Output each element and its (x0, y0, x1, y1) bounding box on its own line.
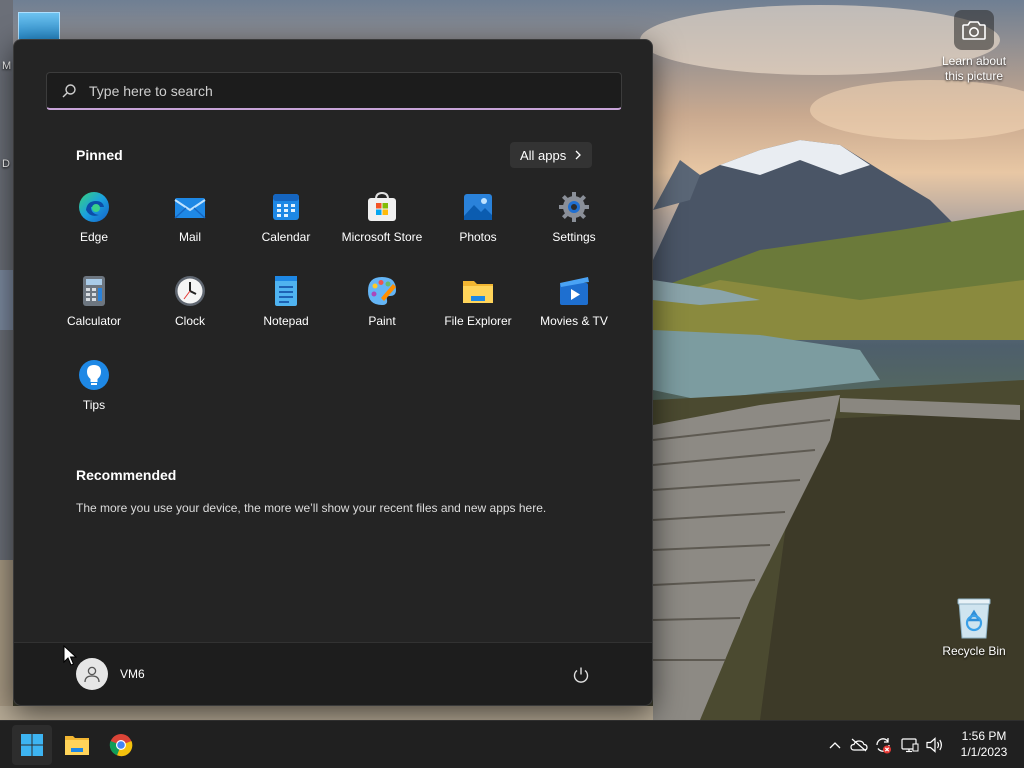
photos-icon (464, 194, 492, 220)
movies-icon (560, 277, 589, 305)
app-label-file-explorer: File Explorer (444, 314, 512, 328)
onedrive-tray-button[interactable] (849, 735, 869, 755)
pinned-app-calculator[interactable]: Calculator (46, 270, 142, 354)
pinned-app-clock[interactable]: Clock (142, 270, 238, 354)
power-icon (573, 667, 589, 683)
app-label-tips: Tips (82, 398, 106, 412)
recommended-empty-message: The more you use your device, the more w… (76, 501, 547, 515)
pinned-apps-grid: Edge Mail Calendar Microsoft Store Photo… (46, 186, 622, 438)
notepad-icon (275, 276, 297, 306)
app-label-photos: Photos (459, 230, 497, 244)
paint-icon (368, 277, 396, 305)
pinned-app-mail[interactable]: Mail (142, 186, 238, 270)
pinned-app-settings[interactable]: Settings (526, 186, 622, 270)
folder-icon (463, 281, 493, 303)
lightbulb-icon (79, 360, 109, 390)
avatar (76, 658, 108, 690)
pinned-app-microsoft-store[interactable]: Microsoft Store (334, 186, 430, 270)
start-menu: Pinned All apps Edge Mail (13, 39, 653, 706)
pinned-app-movies-tv[interactable]: Movies & TV (526, 270, 622, 354)
power-button[interactable] (567, 661, 595, 689)
recycle-bin-label: Recycle Bin (942, 644, 1006, 658)
chevron-up-icon (829, 742, 841, 749)
app-label-calendar: Calendar (261, 230, 311, 244)
app-label-clock: Clock (174, 314, 205, 328)
sync-error-icon (876, 738, 891, 754)
app-label-movies-tv: Movies & TV (540, 314, 608, 328)
pinned-app-paint[interactable]: Paint (334, 270, 430, 354)
taskbar-time: 1:56 PM (961, 729, 1007, 743)
desktop-icon-partial-label-2: D (2, 158, 10, 170)
app-label-notepad: Notepad (263, 314, 309, 328)
pinned-app-tips[interactable]: Tips (46, 354, 142, 438)
taskbar-clock[interactable]: 1:56 PM 1/1/2023 (952, 728, 1016, 760)
network-icon (901, 738, 919, 753)
windows-logo-icon (21, 734, 43, 756)
app-label-mail: Mail (178, 230, 201, 244)
user-icon (84, 666, 100, 683)
store-icon (368, 191, 396, 221)
start-button[interactable] (12, 725, 52, 765)
app-label-edge: Edge (79, 230, 109, 244)
recycle-bin-icon (954, 596, 994, 640)
sync-tray-button[interactable] (873, 735, 893, 755)
app-label-settings: Settings (552, 230, 596, 244)
desktop-icon-partial-label: M (2, 60, 12, 72)
folder-icon (65, 736, 89, 755)
search-box[interactable] (46, 72, 622, 110)
recommended-section-title: Recommended (76, 467, 177, 483)
calendar-icon (273, 194, 299, 220)
learn-about-picture-button[interactable]: Learn about this picture (934, 10, 1014, 84)
volume-tray-button[interactable] (925, 735, 945, 755)
app-label-calculator: Calculator (66, 314, 122, 328)
gear-icon (559, 192, 589, 222)
taskbar-file-explorer-button[interactable] (57, 725, 97, 765)
app-label-microsoft-store: Microsoft Store (341, 230, 423, 244)
taskbar-date: 1/1/2023 (960, 745, 1008, 759)
app-label-paint: Paint (368, 314, 396, 328)
edge-icon (79, 192, 109, 222)
mouse-cursor-icon (63, 645, 77, 666)
pinned-section-title: Pinned (76, 147, 123, 163)
pinned-app-file-explorer[interactable]: File Explorer (430, 270, 526, 354)
taskbar-chrome-button[interactable] (101, 725, 141, 765)
pinned-app-edge[interactable]: Edge (46, 186, 142, 270)
calculator-icon (83, 276, 105, 306)
user-account-button[interactable]: VM6 (76, 658, 145, 690)
pinned-app-notepad[interactable]: Notepad (238, 270, 334, 354)
speaker-icon (926, 737, 942, 753)
user-name: VM6 (120, 667, 145, 681)
pinned-app-photos[interactable]: Photos (430, 186, 526, 270)
clock-icon (175, 276, 205, 306)
all-apps-button[interactable]: All apps (510, 142, 593, 168)
mail-icon (174, 198, 206, 219)
start-menu-footer: VM6 (14, 642, 652, 705)
pinned-app-calendar[interactable]: Calendar (238, 186, 334, 270)
recycle-bin-desktop-icon[interactable]: Recycle Bin (934, 596, 1014, 659)
search-input[interactable] (89, 82, 569, 99)
camera-icon (954, 10, 994, 50)
search-icon (62, 83, 76, 97)
learn-about-picture-label: Learn about this picture (941, 54, 1007, 83)
all-apps-label: All apps (520, 147, 567, 163)
chrome-icon (109, 734, 133, 757)
chevron-right-icon (575, 150, 582, 160)
desktop-icon-partial[interactable] (18, 12, 60, 40)
network-tray-button[interactable] (900, 735, 920, 755)
taskbar: 1:56 PM 1/1/2023 (0, 720, 1024, 768)
cloud-off-icon (850, 738, 868, 752)
show-hidden-icons-button[interactable] (825, 735, 845, 755)
